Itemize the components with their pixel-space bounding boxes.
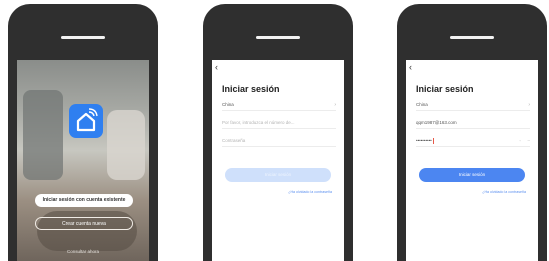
account-input[interactable]: Por favor, introduzca el número de...	[222, 118, 336, 129]
password-input[interactable]: •••••••••• ◦ –	[416, 136, 530, 147]
country-value: China	[222, 102, 234, 107]
clear-input-icon[interactable]: –	[527, 136, 530, 146]
login-existing-account-button[interactable]: Iniciar sesión con cuenta existente	[35, 194, 133, 207]
password-input[interactable]: Contraseña	[222, 136, 336, 147]
show-password-icon[interactable]: ◦	[519, 136, 521, 146]
account-input[interactable]: qqm1987@163.com	[416, 118, 530, 129]
welcome-screen: Iniciar sesión con cuenta existente Crea…	[17, 60, 149, 261]
phone-login-empty: ‹ Iniciar sesión China › Por favor, intr…	[203, 4, 353, 261]
try-now-link[interactable]: Consultar ahora	[17, 249, 149, 254]
background-photo-shape	[23, 90, 63, 180]
create-account-button[interactable]: Crear cuenta nueva	[35, 217, 133, 230]
phone-login-filled: ‹ Iniciar sesión China › qqm1987@163.com…	[397, 4, 547, 261]
text-caret	[432, 137, 434, 144]
chevron-right-icon: ›	[334, 102, 336, 108]
country-selector[interactable]: China ›	[416, 100, 530, 111]
forgot-password-link[interactable]: ¿Ha olvidado la contraseña	[482, 190, 526, 194]
background-photo-shape	[107, 110, 145, 180]
country-selector[interactable]: China ›	[222, 100, 336, 111]
phone-speaker	[450, 36, 494, 39]
login-screen-empty: ‹ Iniciar sesión China › Por favor, intr…	[212, 60, 344, 261]
login-button[interactable]: Iniciar sesión	[225, 168, 331, 182]
chevron-right-icon: ›	[528, 102, 530, 108]
country-value: China	[416, 102, 428, 107]
phone-speaker	[256, 36, 300, 39]
login-button[interactable]: Iniciar sesión	[419, 168, 525, 182]
page-title: Iniciar sesión	[222, 84, 280, 94]
login-screen-filled: ‹ Iniciar sesión China › qqm1987@163.com…	[406, 60, 538, 261]
page-title: Iniciar sesión	[416, 84, 474, 94]
password-value: ••••••••••	[416, 138, 432, 143]
smart-home-app-icon	[69, 104, 103, 138]
forgot-password-link[interactable]: ¿Ha olvidado la contraseña	[288, 190, 332, 194]
phone-speaker	[61, 36, 105, 39]
back-arrow-icon[interactable]: ‹	[215, 63, 218, 72]
phone-welcome: Iniciar sesión con cuenta existente Crea…	[8, 4, 158, 261]
back-arrow-icon[interactable]: ‹	[409, 63, 412, 72]
